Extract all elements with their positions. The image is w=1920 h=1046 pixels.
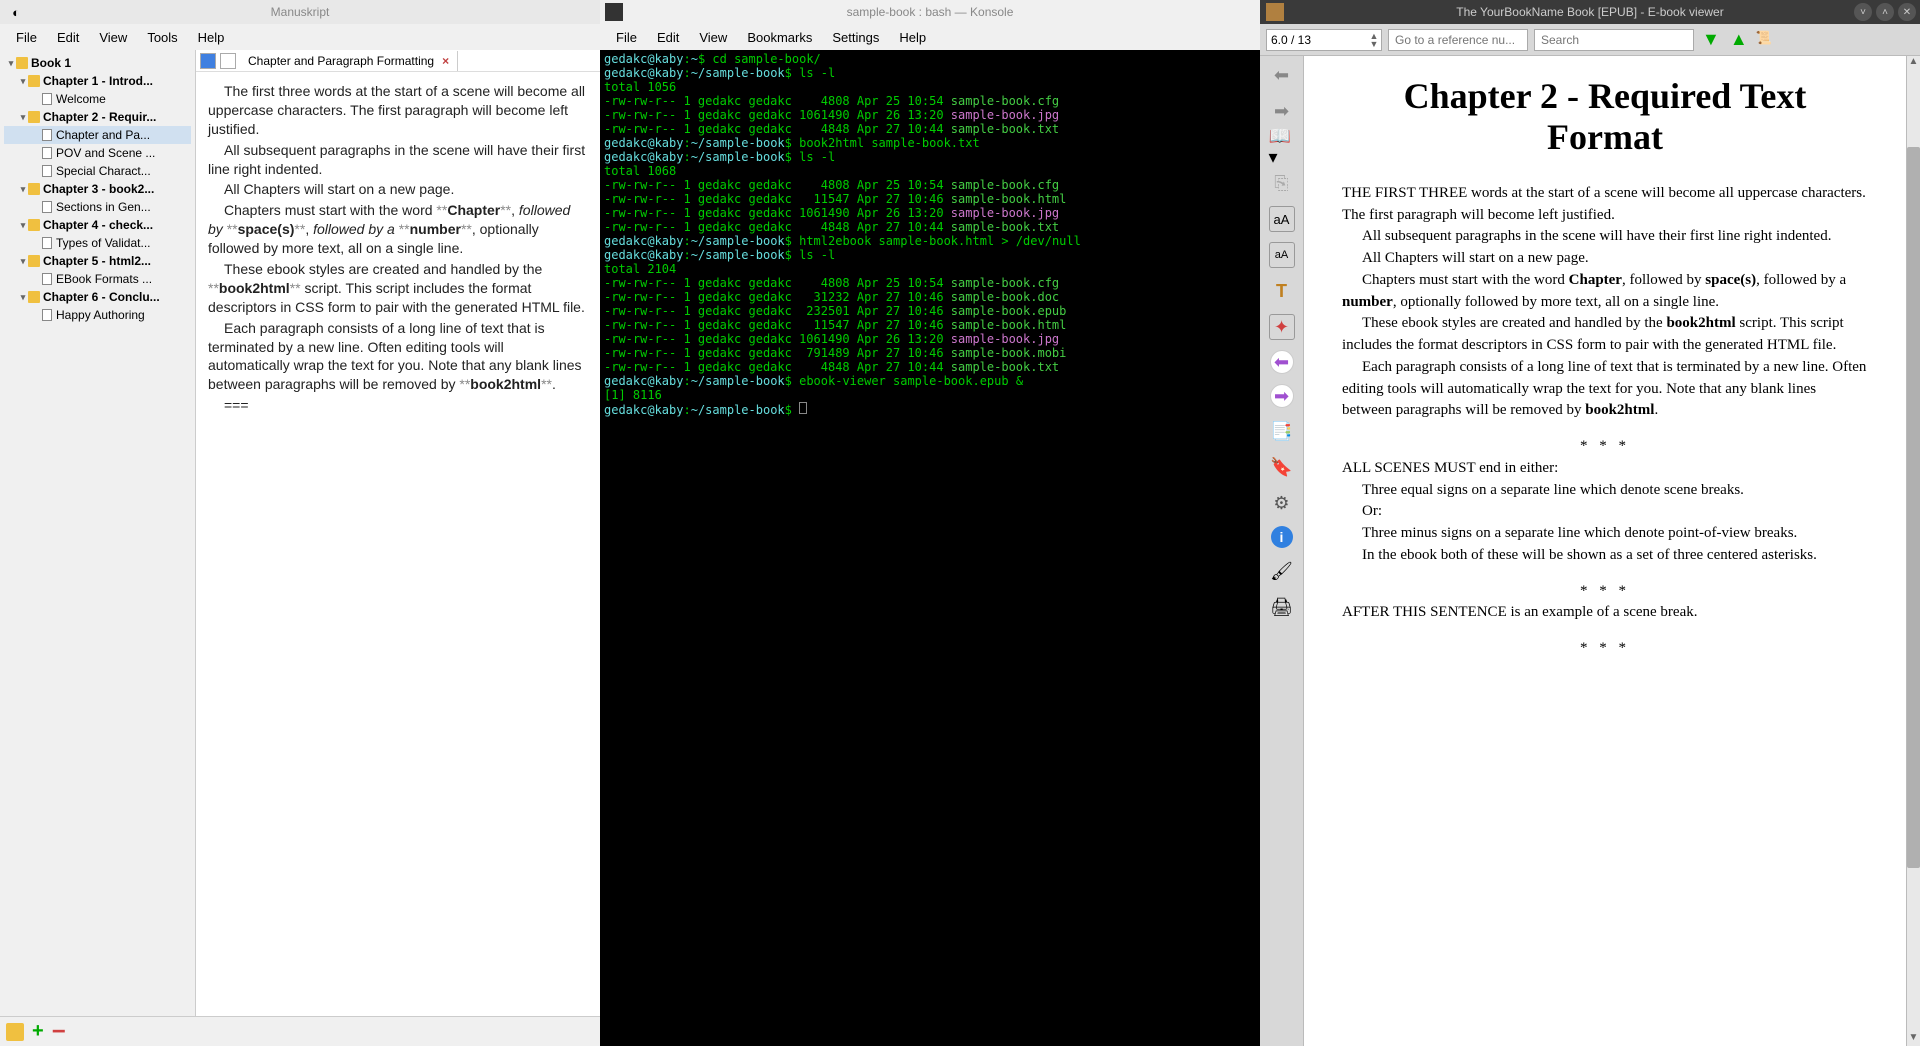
kmenu-edit[interactable]: Edit xyxy=(647,27,689,48)
window-controls: ˅ ˄ ✕ xyxy=(1854,3,1916,21)
scene-break: * * * xyxy=(1342,581,1868,603)
bookmarks-icon[interactable]: 📑 xyxy=(1269,418,1295,444)
editor-toolbar: Chapter and Paragraph Formatting × xyxy=(196,50,600,72)
add-icon[interactable]: + xyxy=(32,1020,44,1043)
konsole-menubar: File Edit View Bookmarks Settings Help xyxy=(600,24,1260,50)
tree-item[interactable]: Sections in Gen... xyxy=(4,198,191,216)
maximize-button[interactable]: ˄ xyxy=(1876,3,1894,21)
menu-help[interactable]: Help xyxy=(188,27,235,48)
scrollbar[interactable]: ▲ ▼ xyxy=(1906,56,1920,1046)
tab-chapter-formatting[interactable]: Chapter and Paragraph Formatting × xyxy=(240,51,458,71)
ebook-titlebar: The YourBookName Book [EPUB] - E-book vi… xyxy=(1260,0,1920,24)
menu-edit[interactable]: Edit xyxy=(47,27,89,48)
tab-label: Chapter and Paragraph Formatting xyxy=(248,54,434,68)
open-book-icon[interactable]: 📖 ▾ xyxy=(1269,134,1295,160)
scroll-track[interactable] xyxy=(1907,70,1920,1032)
toc-icon[interactable]: T xyxy=(1269,278,1295,304)
scroll-down-icon[interactable]: ▼ xyxy=(1907,1032,1920,1046)
search-input[interactable] xyxy=(1534,29,1694,51)
nav-forward-icon[interactable]: ➡ xyxy=(1269,98,1295,124)
manuskript-window: ◐ Manuskript File Edit View Tools Help ▾… xyxy=(0,0,600,1046)
tree-item[interactable]: EBook Formats ... xyxy=(4,270,191,288)
kmenu-bookmarks[interactable]: Bookmarks xyxy=(737,27,822,48)
reference-input[interactable] xyxy=(1388,29,1528,51)
scene-break: * * * xyxy=(1342,436,1868,458)
print-icon[interactable]: 🖨 xyxy=(1269,594,1295,620)
tree-item[interactable]: ▾Chapter 6 - Conclu... xyxy=(4,288,191,306)
kmenu-settings[interactable]: Settings xyxy=(822,27,889,48)
scroll-up-icon[interactable]: ▲ xyxy=(1907,56,1920,70)
menu-tools[interactable]: Tools xyxy=(137,27,187,48)
font-larger-icon[interactable]: aA xyxy=(1269,206,1295,232)
manuskript-menubar: File Edit View Tools Help xyxy=(0,24,600,50)
chapter-heading: Chapter 2 - Required Text Format xyxy=(1342,76,1868,159)
manuskript-body: ▾Book 1▾Chapter 1 - Introd...Welcome▾Cha… xyxy=(0,50,600,1046)
folder-icon[interactable] xyxy=(6,1023,24,1041)
remove-icon[interactable]: − xyxy=(52,1027,66,1037)
tree-item[interactable]: POV and Scene ... xyxy=(4,144,191,162)
scroll-thumb[interactable] xyxy=(1907,147,1920,869)
tree-item[interactable]: ▾Book 1 xyxy=(4,54,191,72)
terminal[interactable]: gedakc@kaby:~$ cd sample-book/ gedakc@ka… xyxy=(600,50,1260,1046)
spin-arrows[interactable]: ▲▼ xyxy=(1367,32,1381,48)
reference-mode-icon[interactable]: 🔖 xyxy=(1269,454,1295,480)
minimize-button[interactable]: ˅ xyxy=(1854,3,1872,21)
kmenu-file[interactable]: File xyxy=(606,27,647,48)
menu-file[interactable]: File xyxy=(6,27,47,48)
view-mode-icon[interactable] xyxy=(200,53,216,69)
kmenu-help[interactable]: Help xyxy=(889,27,936,48)
ebook-body: ⬅ ➡ 📖 ▾ ⎘ aA aA T ✦ ⬅ ➡ 📑 🔖 ⚙ i 🖌 🖨 Chap… xyxy=(1260,56,1920,1046)
tab-bar: Chapter and Paragraph Formatting × xyxy=(240,49,596,73)
tree-item[interactable]: ▾Chapter 5 - html2... xyxy=(4,252,191,270)
manuskript-titlebar: ◐ Manuskript xyxy=(0,0,600,24)
tree-item[interactable]: Special Charact... xyxy=(4,162,191,180)
ebook-toolbar: ▲▼ ▼ ▲ 📜 xyxy=(1260,24,1920,56)
prev-page-icon[interactable]: ⬅ xyxy=(1270,350,1294,374)
tree-item[interactable]: ▾Chapter 3 - book2... xyxy=(4,180,191,198)
tree-item[interactable]: ▾Chapter 4 - check... xyxy=(4,216,191,234)
ebook-app-icon xyxy=(1266,3,1284,21)
copy-icon[interactable]: ⎘ xyxy=(1269,170,1295,196)
ebook-sidebar: ⬅ ➡ 📖 ▾ ⎘ aA aA T ✦ ⬅ ➡ 📑 🔖 ⚙ i 🖌 🖨 xyxy=(1260,56,1304,1046)
page-counter-spinbox[interactable]: ▲▼ xyxy=(1266,29,1382,51)
kmenu-view[interactable]: View xyxy=(689,27,737,48)
tree-item[interactable]: Chapter and Pa... xyxy=(4,126,191,144)
tree-item[interactable]: ▾Chapter 1 - Introd... xyxy=(4,72,191,90)
tab-close-icon[interactable]: × xyxy=(442,54,449,68)
outline-tree[interactable]: ▾Book 1▾Chapter 1 - Introd...Welcome▾Cha… xyxy=(0,50,196,1046)
scroll-mode-icon[interactable]: 📜 xyxy=(1756,30,1776,50)
next-page-icon[interactable]: ➡ xyxy=(1270,384,1294,408)
view-mode-icon-2[interactable] xyxy=(220,53,236,69)
tree-item[interactable]: Types of Validat... xyxy=(4,234,191,252)
manuskript-bottom-bar: + − xyxy=(0,1016,600,1046)
konsole-window: sample-book : bash — Konsole File Edit V… xyxy=(600,0,1260,1046)
manuskript-app-icon: ◐ xyxy=(6,2,26,22)
menu-view[interactable]: View xyxy=(89,27,137,48)
search-next-icon[interactable]: ▼ xyxy=(1700,29,1722,50)
tree-item[interactable]: Happy Authoring xyxy=(4,306,191,324)
editor-textarea[interactable]: The first three words at the start of a … xyxy=(196,72,600,1022)
konsole-title: sample-book : bash — Konsole xyxy=(847,5,1014,19)
search-prev-icon[interactable]: ▲ xyxy=(1728,29,1750,50)
ebook-content[interactable]: Chapter 2 - Required Text Format THE FIR… xyxy=(1304,56,1906,1046)
scene-break: * * * xyxy=(1342,638,1868,660)
close-button[interactable]: ✕ xyxy=(1898,3,1916,21)
nav-back-icon[interactable]: ⬅ xyxy=(1269,62,1295,88)
manuskript-title: Manuskript xyxy=(271,5,330,19)
ebook-viewer-window: The YourBookName Book [EPUB] - E-book vi… xyxy=(1260,0,1920,1046)
konsole-app-icon xyxy=(605,3,623,21)
preferences-icon[interactable]: ⚙ xyxy=(1269,490,1295,516)
tree-item[interactable]: Welcome xyxy=(4,90,191,108)
font-smaller-icon[interactable]: aA xyxy=(1269,242,1295,268)
metadata-icon[interactable]: i xyxy=(1271,526,1293,548)
tree-item[interactable]: ▾Chapter 2 - Requir... xyxy=(4,108,191,126)
editor-panel: Chapter and Paragraph Formatting × The f… xyxy=(196,50,600,1046)
konsole-titlebar: sample-book : bash — Konsole xyxy=(600,0,1260,24)
fullscreen-toggle-icon[interactable]: ✦ xyxy=(1269,314,1295,340)
page-counter-input[interactable] xyxy=(1267,33,1367,47)
theme-icon[interactable]: 🖌 xyxy=(1269,558,1295,584)
ebook-title: The YourBookName Book [EPUB] - E-book vi… xyxy=(1456,5,1723,19)
